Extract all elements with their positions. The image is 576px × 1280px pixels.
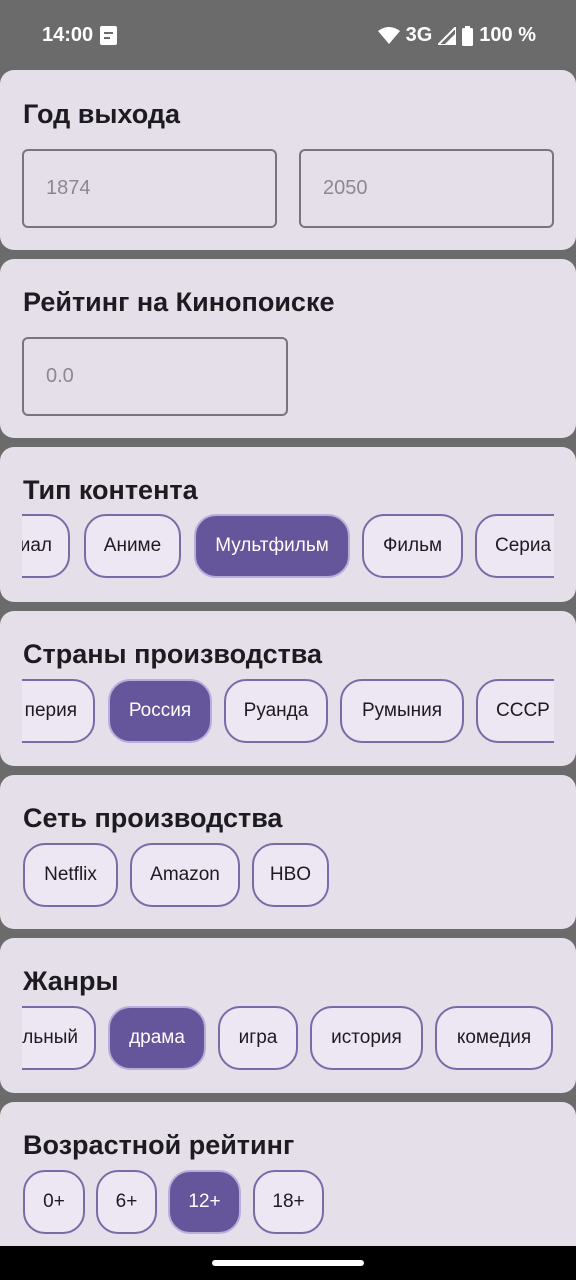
status-time: 14:00 (42, 24, 94, 46)
genres-title: Жанры (23, 966, 119, 996)
content-type-chip[interactable]: иал (22, 514, 70, 578)
age-chip[interactable]: 18+ (253, 1170, 324, 1234)
country-chip[interactable]: СССР (476, 679, 554, 743)
country-chip[interactable]: Руанда (224, 679, 328, 743)
content-type-card: Тип контента иал Аниме Мультфильм Фильм … (0, 447, 576, 602)
age-chip[interactable]: 6+ (96, 1170, 157, 1234)
country-chip-selected[interactable]: Россия (108, 679, 212, 743)
networks-chips[interactable]: Netflix Amazon HBO (22, 841, 554, 909)
network-chip-netflix[interactable]: Netflix (23, 843, 118, 907)
networks-title: Сеть производства (23, 803, 283, 833)
home-handle[interactable] (212, 1260, 364, 1266)
status-bar: 14:00 3G 100 % (0, 0, 576, 70)
battery-level: 100 % (479, 24, 536, 46)
navigation-bar (0, 1246, 576, 1280)
rating-input[interactable] (22, 337, 288, 416)
battery-icon (462, 25, 474, 46)
content-type-chip-selected[interactable]: Мультфильм (194, 514, 350, 578)
content-type-chip[interactable]: Сериа (475, 514, 554, 578)
genres-card: Жанры льный драма игра история комедия (0, 938, 576, 1093)
filter-list[interactable]: Год выхода Рейтинг на Кинопоиске Тип кон… (0, 70, 576, 1246)
genres-chips[interactable]: льный драма игра история комедия (22, 1004, 554, 1072)
networks-card: Сеть производства Netflix Amazon HBO (0, 775, 576, 929)
countries-title: Страны производства (23, 639, 323, 669)
country-chip[interactable]: перия (22, 679, 95, 743)
content-type-chips[interactable]: иал Аниме Мультфильм Фильм Сериа (22, 512, 554, 580)
countries-chips[interactable]: перия Россия Руанда Румыния СССР (22, 677, 554, 745)
country-chip[interactable]: Румыния (340, 679, 464, 743)
genre-chip[interactable]: игра (218, 1006, 298, 1070)
network-chip-hbo[interactable]: HBO (252, 843, 329, 907)
age-chips[interactable]: 0+ 6+ 12+ 18+ (22, 1168, 554, 1236)
year-card: Год выхода (0, 70, 576, 250)
content-type-chip[interactable]: Фильм (362, 514, 463, 578)
content-type-chip[interactable]: Аниме (84, 514, 181, 578)
year-title: Год выхода (23, 99, 181, 129)
year-from-input[interactable] (22, 149, 277, 228)
genre-chip[interactable]: комедия (435, 1006, 553, 1070)
status-right: 3G 100 % (377, 24, 536, 47)
genre-chip[interactable]: льный (22, 1006, 96, 1070)
genre-chip[interactable]: история (310, 1006, 423, 1070)
content-type-title: Тип контента (23, 475, 198, 505)
signal-icon (438, 26, 457, 45)
rating-card: Рейтинг на Кинопоиске (0, 259, 576, 438)
wifi-icon (377, 26, 400, 45)
network-chip-amazon[interactable]: Amazon (130, 843, 240, 907)
countries-card: Страны производства перия Россия Руанда … (0, 611, 576, 766)
genre-chip-selected[interactable]: драма (108, 1006, 206, 1070)
age-title: Возрастной рейтинг (23, 1130, 295, 1160)
network-type: 3G (405, 24, 433, 46)
age-chip[interactable]: 0+ (23, 1170, 85, 1234)
notification-icon (100, 26, 117, 45)
age-chip-selected[interactable]: 12+ (168, 1170, 241, 1234)
year-to-input[interactable] (299, 149, 554, 228)
age-card: Возрастной рейтинг 0+ 6+ 12+ 18+ (0, 1102, 576, 1246)
rating-title: Рейтинг на Кинопоиске (23, 287, 335, 317)
